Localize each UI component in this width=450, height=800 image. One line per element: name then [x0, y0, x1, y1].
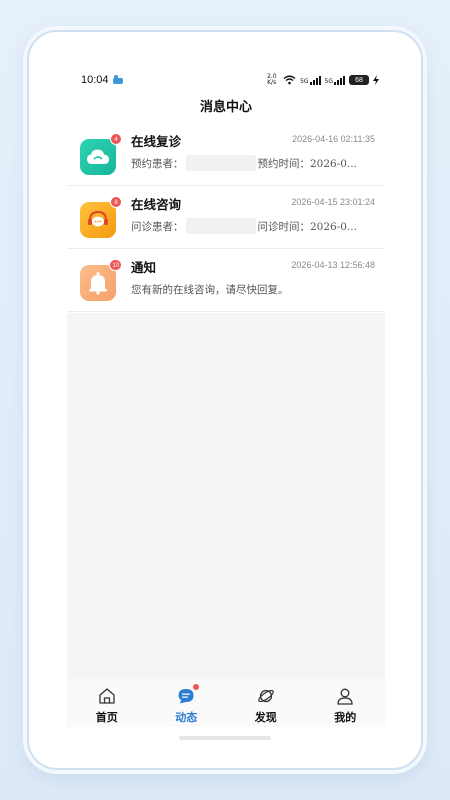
- status-icons: 2.0 K/s 5G 5G 68: [267, 74, 379, 86]
- message-time: 2026-04-16 02:11:35: [292, 134, 375, 144]
- tab-activity[interactable]: 动态: [147, 679, 227, 727]
- patient-label: 预约患者：: [131, 157, 184, 170]
- tab-label: 我的: [334, 711, 357, 724]
- redacted-patient-name: [185, 218, 256, 234]
- app-notification-icon: [112, 75, 123, 84]
- message-icon: [178, 689, 194, 704]
- tab-discover[interactable]: 发现: [226, 679, 306, 727]
- signal-1-label: 5G: [300, 77, 309, 85]
- unread-badge: 8: [110, 196, 122, 208]
- message-title: 在线咨询: [131, 197, 182, 212]
- notification-app-icon: 10: [80, 259, 122, 301]
- home-indicator[interactable]: [179, 736, 271, 740]
- message-preview: 预约患者： 预约时间：2026-0...: [131, 155, 375, 171]
- message-list: 4 在线复诊 2026-04-16 02:11:35 预约患者： 预约时间：20…: [67, 123, 385, 312]
- bell-icon: [89, 272, 107, 295]
- tab-profile[interactable]: 我的: [306, 679, 386, 727]
- bottom-tab-bar: 首页 动态 发现 我的: [67, 679, 385, 727]
- follow-up-app-icon: 4: [80, 133, 122, 175]
- page-title: 消息中心: [199, 100, 252, 115]
- charging-icon: [373, 75, 379, 85]
- network-speed: 2.0 K/s: [267, 73, 277, 86]
- chat-bubble-icon: [88, 210, 108, 227]
- status-bar: 10:04 2.0 K/s 5G 5G 68: [81, 72, 379, 88]
- tab-home[interactable]: 首页: [67, 679, 147, 727]
- status-time: 10:04: [81, 74, 109, 86]
- user-icon: [337, 688, 353, 705]
- patient-label: 问诊患者：: [131, 220, 184, 233]
- status-left: 10:04: [81, 74, 124, 86]
- wifi-icon: [283, 75, 296, 85]
- tab-label: 动态: [175, 711, 198, 724]
- phone-frame: 10:04 2.0 K/s 5G 5G 68 消息中心 4 在线复诊 2026-…: [27, 30, 423, 770]
- consultation-time-label: 问诊时间：2026-0...: [257, 220, 357, 233]
- notification-text: 您有新的在线咨询，请尽快回复。: [131, 283, 289, 296]
- message-item-consultation[interactable]: 8 在线咨询 2026-04-15 23:01:24 问诊患者： 问诊时间：20…: [67, 186, 385, 249]
- message-preview: 您有新的在线咨询，请尽快回复。: [131, 281, 375, 297]
- battery-icon: 68: [349, 75, 369, 85]
- appointment-time-label: 预约时间：2026-0...: [257, 157, 357, 170]
- message-preview: 问诊患者： 问诊时间：2026-0...: [131, 218, 375, 234]
- planet-icon: [257, 689, 274, 703]
- empty-content-area: [67, 313, 385, 679]
- signal-2: 5G: [324, 75, 345, 85]
- message-time: 2026-04-13 12:56:48: [291, 260, 375, 270]
- redacted-patient-name: [185, 155, 256, 171]
- message-time: 2026-04-15 23:01:24: [291, 197, 375, 207]
- message-title: 通知: [131, 260, 157, 275]
- tab-unread-dot: [193, 684, 200, 690]
- app-screen: 10:04 2.0 K/s 5G 5G 68 消息中心 4 在线复诊 2026-…: [67, 60, 385, 744]
- unread-badge: 4: [110, 133, 122, 145]
- signal-2-label: 5G: [324, 77, 333, 85]
- message-title: 在线复诊: [131, 134, 182, 149]
- tab-label: 发现: [254, 711, 277, 724]
- consultation-app-icon: 8: [80, 196, 122, 238]
- cloud-icon: [87, 149, 109, 164]
- unread-badge: 10: [109, 259, 122, 271]
- home-icon: [99, 688, 115, 704]
- signal-1: 5G: [300, 75, 321, 85]
- tab-label: 首页: [95, 711, 118, 724]
- message-item-follow-up[interactable]: 4 在线复诊 2026-04-16 02:11:35 预约患者： 预约时间：20…: [67, 123, 385, 186]
- signal-bars-icon: [334, 75, 345, 85]
- signal-bars-icon: [309, 75, 321, 85]
- message-item-notification[interactable]: 10 通知 2026-04-13 12:56:48 您有新的在线咨询，请尽快回复…: [67, 249, 385, 312]
